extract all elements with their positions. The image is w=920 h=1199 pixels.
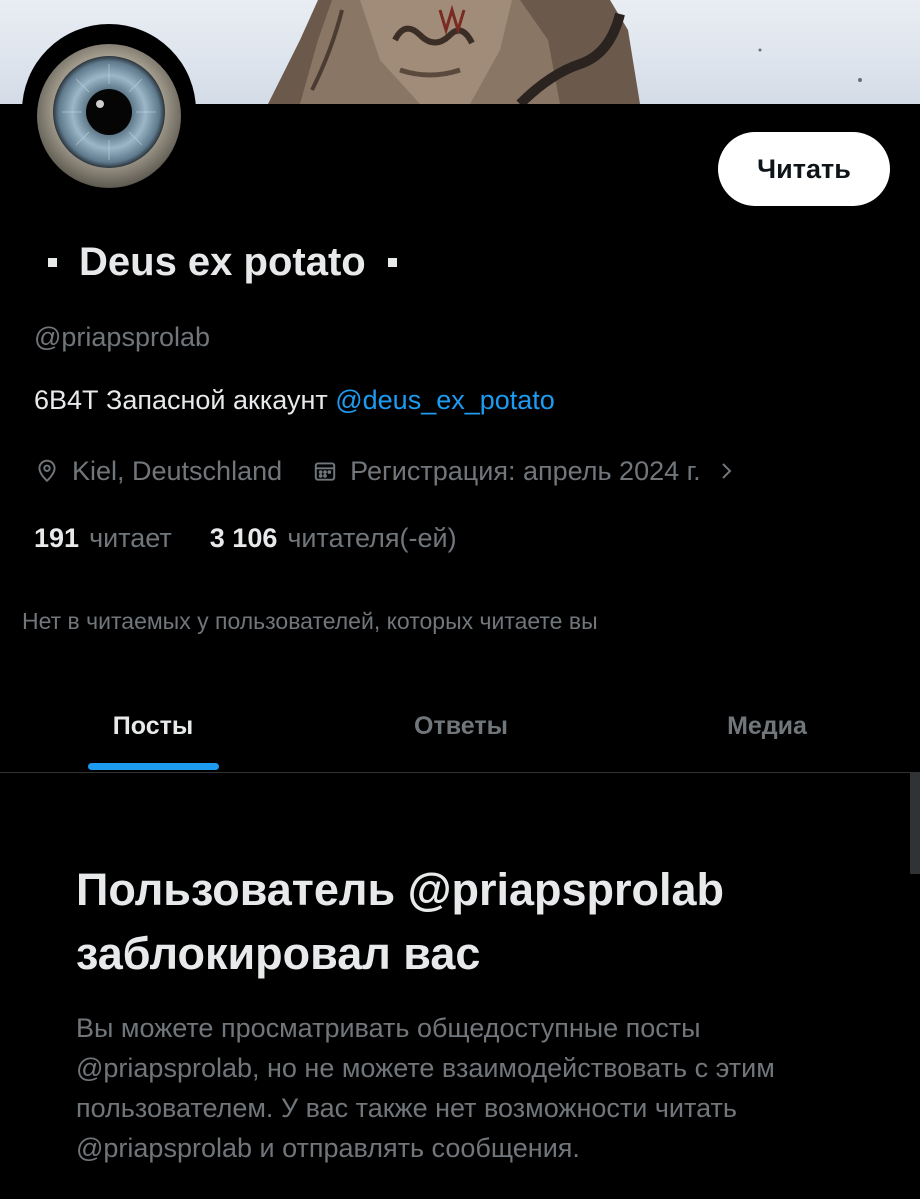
follow-stats: 191 читает 3 106 читателя(-ей)	[34, 518, 457, 558]
profile-handle: @priapsprolab	[34, 322, 211, 352]
followed-by-note: Нет в читаемых у пользователей, которых …	[22, 608, 598, 634]
tab-posts[interactable]: Посты	[58, 680, 248, 772]
eye-avatar-image	[29, 31, 189, 191]
followers-count[interactable]: 3 106	[210, 523, 278, 554]
square-bullet-icon	[387, 257, 397, 267]
blocked-description: Вы можете просматривать общедоступные по…	[76, 1013, 775, 1163]
profile-meta: Kiel, Deutschland Регистрация: апрель 20…	[34, 449, 737, 493]
calendar-icon	[312, 458, 338, 484]
location-pin-icon	[34, 458, 60, 484]
follow-button[interactable]: Читать	[718, 132, 890, 206]
tab-media[interactable]: Медиа	[672, 680, 862, 772]
following-count[interactable]: 191	[34, 523, 79, 554]
avatar[interactable]	[22, 24, 196, 198]
profile-bio: 6В4Т Запасной аккаунт @deus_ex_potato	[34, 385, 555, 416]
display-name-row: Deus ex potato	[48, 232, 397, 292]
active-tab-indicator	[88, 763, 219, 770]
tab-replies[interactable]: Ответы	[366, 680, 556, 772]
followers-label[interactable]: читателя(-ей)	[287, 523, 456, 554]
scrollbar[interactable]	[910, 772, 920, 874]
location-text: Kiel, Deutschland	[72, 455, 283, 486]
profile-tabs: Посты Ответы Медиа	[0, 680, 920, 773]
following-label[interactable]: читает	[89, 523, 172, 554]
chevron-right-icon[interactable]	[717, 459, 737, 483]
display-name: Deus ex potato	[79, 239, 366, 284]
blocked-title: Пользователь @priapsprolab заблокировал …	[76, 864, 725, 979]
profile-page: Читать Deus ex potato @priapsprolab 6В4Т…	[0, 0, 920, 1199]
bio-mention-link[interactable]: @deus_ex_potato	[335, 385, 555, 415]
joined-date-text[interactable]: Регистрация: апрель 2024 г.	[350, 456, 701, 487]
square-bullet-icon	[48, 257, 57, 267]
bio-text: 6В4Т Запасной аккаунт	[34, 385, 336, 415]
